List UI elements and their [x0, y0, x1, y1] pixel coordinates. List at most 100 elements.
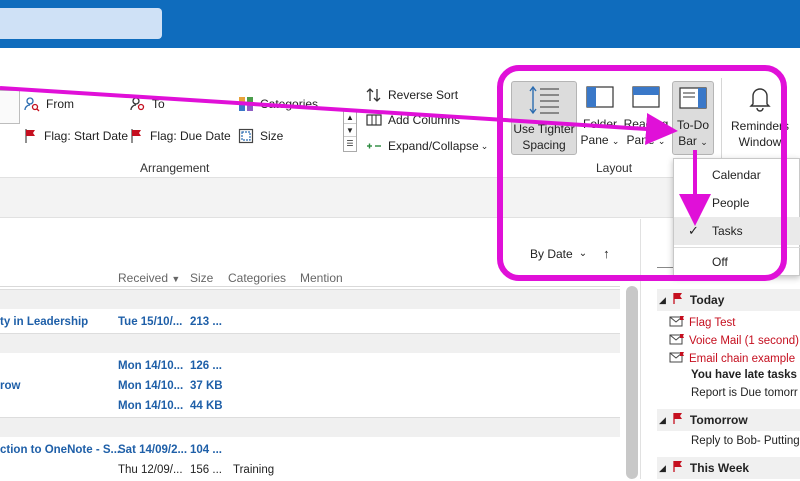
table-row[interactable]: Thu 12/09/... 156 ... Training — [0, 461, 620, 481]
todo-task-item[interactable]: Flag Test — [669, 315, 800, 331]
reverse-sort-button[interactable]: Reverse Sort — [366, 87, 458, 103]
todo-task-text: Report is Due tomorr — [691, 387, 798, 399]
cell-received: Thu 12/09/... — [118, 464, 183, 476]
cell-subject: row — [0, 380, 21, 392]
flag-due-icon — [131, 129, 141, 143]
scroll-up-icon[interactable]: ▲ — [344, 111, 356, 124]
todo-task-text: Email chain example — [689, 353, 796, 365]
cell-size: 44 KB — [190, 400, 223, 412]
table-row[interactable]: Mon 14/10... 44 KB — [0, 397, 620, 417]
todo-task-text: Flag Test — [689, 317, 736, 329]
collapse-triangle-icon[interactable]: ◢ — [659, 295, 666, 306]
sort-down-icon: ▼ — [171, 274, 181, 284]
cell-size: 37 KB — [190, 380, 223, 392]
table-row[interactable]: ction to OneNote - S... Sat 14/09/2... 104… — [0, 441, 620, 461]
todo-bar-dropdown-menu: Calendar People ✓ Tasks Off — [673, 158, 800, 276]
arrange-flag-start-button[interactable]: Flag: Start Date — [24, 128, 128, 144]
size-icon — [238, 128, 254, 144]
message-list-scrollbar[interactable] — [626, 286, 638, 479]
cell-size: 126 ... — [190, 360, 222, 372]
table-row[interactable]: Mon 14/10... 126 ... — [0, 357, 620, 377]
todo-task-item[interactable]: You have late tasks — [691, 369, 800, 381]
arrange-flag-due-label: Flag: Due Date — [150, 129, 231, 143]
todo-group-header[interactable]: ◢ Today — [657, 289, 800, 311]
todo-bar-icon — [679, 87, 707, 109]
menu-item-calendar[interactable]: Calendar — [674, 161, 800, 189]
folder-pane-label-2: Pane ⌄ — [580, 133, 620, 147]
todo-task-item[interactable]: Email chain example — [669, 351, 800, 367]
todo-bar-button[interactable]: To-Do Bar ⌄ — [672, 81, 714, 155]
todo-task-item[interactable]: Report is Due tomorr — [691, 387, 800, 399]
reminders-label-2: Window — [738, 135, 782, 149]
menu-item-people[interactable]: People — [674, 189, 800, 217]
todo-group-header[interactable]: ◢ This Week — [657, 457, 800, 479]
ribbon-separator — [500, 78, 501, 173]
column-header: Received ▼ Size Categories Mention — [0, 269, 620, 287]
flag-icon — [672, 412, 684, 428]
menu-item-tasks-label: Tasks — [712, 224, 743, 238]
column-received[interactable]: Received ▼ — [118, 271, 180, 285]
group-header-row[interactable] — [0, 333, 620, 353]
expand-collapse-button[interactable]: Expand/Collapse ⌄ — [366, 139, 488, 153]
cell-received: Sat 14/09/2... — [118, 444, 188, 456]
person-to-icon — [130, 97, 145, 111]
todo-group-label: Today — [689, 293, 725, 307]
use-tighter-spacing-button[interactable]: Use Tighter Spacing — [511, 81, 577, 155]
arrange-size-label: Size — [260, 129, 284, 143]
cell-categories: Training — [233, 464, 275, 476]
arrange-categories-label: Categories — [260, 97, 319, 111]
group-header-row[interactable] — [0, 417, 620, 437]
table-row[interactable]: ty in Leadership Tue 15/10/... 213 ... — [0, 313, 620, 333]
todo-task-text: You have late tasks — [691, 369, 797, 381]
cell-size: 213 ... — [190, 316, 222, 328]
column-categories[interactable]: Categories — [228, 271, 286, 285]
table-row[interactable]: row Mon 14/10... 37 KB — [0, 377, 620, 397]
cell-subject: ction to OneNote - S... — [0, 444, 121, 456]
collapse-triangle-icon[interactable]: ◢ — [659, 463, 666, 474]
menu-item-tasks[interactable]: ✓ Tasks — [674, 217, 800, 245]
arrange-to-label: To — [152, 97, 165, 111]
arrange-from-label: From — [46, 97, 74, 111]
folder-pane-button[interactable]: Folder Pane ⌄ — [580, 84, 620, 149]
flag-icon — [672, 292, 684, 308]
cell-received: Tue 15/10/... — [118, 316, 183, 328]
arrange-flag-due-button[interactable]: Flag: Due Date — [130, 128, 231, 144]
folder-pane-icon — [586, 86, 614, 108]
checkmark-icon: ✓ — [688, 223, 699, 238]
arrange-from-button[interactable]: From — [24, 96, 74, 112]
add-columns-button[interactable]: Add Columns — [366, 113, 460, 127]
flag-icon — [672, 460, 684, 476]
menu-item-off[interactable]: Off — [674, 248, 800, 276]
group-header-row[interactable] — [0, 289, 620, 309]
folder-pane-label-1: Folder — [582, 117, 617, 131]
partial-gallery-box[interactable] — [0, 90, 20, 124]
todo-task-text: Reply to Bob- Putting — [691, 435, 800, 447]
message-list: By Date ⌄ ↑ Received ▼ Size Categories M… — [0, 219, 620, 479]
column-mention[interactable]: Mention — [300, 271, 343, 285]
cell-received: Mon 14/10... — [118, 380, 184, 392]
sort-bar: By Date ⌄ ↑ — [0, 219, 620, 269]
todo-group-label: Tomorrow — [689, 413, 748, 427]
chevron-down-icon: ⌄ — [480, 140, 489, 151]
categories-icon — [239, 97, 253, 111]
sort-by-date-button[interactable]: By Date ⌄ ↑ — [530, 246, 610, 261]
todo-task-item[interactable]: Voice Mail (1 second) — [669, 333, 800, 349]
todo-group-header[interactable]: ◢ Tomorrow — [657, 409, 800, 431]
scroll-down-icon[interactable]: ▼ — [344, 124, 356, 137]
arrange-size-button[interactable]: Size — [238, 128, 283, 144]
reminders-window-button[interactable]: Reminders Window — [726, 84, 794, 150]
chevron-down-icon: ⌄ — [700, 137, 708, 147]
arrange-categories-button[interactable]: Categories — [238, 96, 318, 112]
reading-pane-label-1: Reading — [623, 117, 669, 131]
column-size[interactable]: Size — [190, 271, 213, 285]
search-box[interactable] — [0, 8, 162, 39]
sort-direction-arrow-icon[interactable]: ↑ — [603, 246, 610, 261]
gallery-more-icon[interactable]: ☰ — [344, 137, 356, 150]
reading-pane-button[interactable]: Reading Pane ⌄ — [623, 84, 669, 149]
cell-received: Mon 14/10... — [118, 360, 184, 372]
arrange-to-button[interactable]: To — [130, 96, 165, 112]
arrangement-gallery-scroller[interactable]: ▲ ▼ ☰ — [343, 110, 357, 152]
collapse-triangle-icon[interactable]: ◢ — [659, 415, 666, 426]
todo-task-item[interactable]: Reply to Bob- Putting — [691, 435, 800, 447]
flagged-mail-icon — [669, 351, 685, 367]
